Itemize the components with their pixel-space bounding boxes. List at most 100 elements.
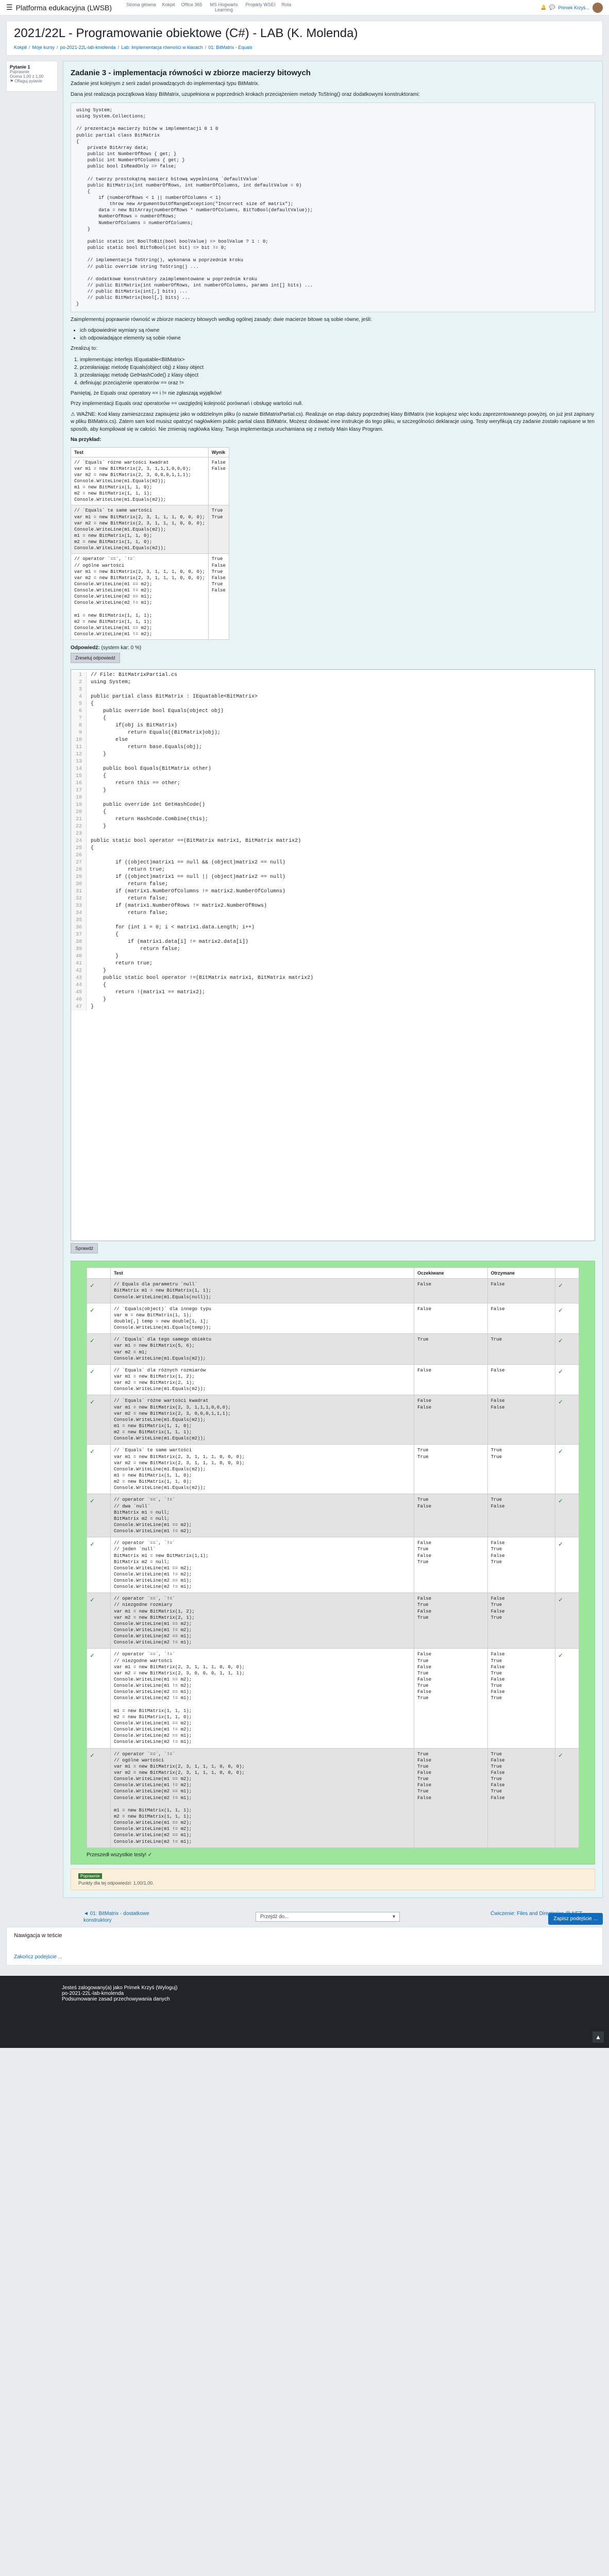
editor-line[interactable]: 29 if ((object)matrix1 == null || (objec… <box>71 874 595 882</box>
editor-line[interactable]: 32 return false; <box>71 895 595 903</box>
editor-line[interactable]: 34 return false; <box>71 910 595 918</box>
editor-line[interactable]: 44 { <box>71 982 595 990</box>
menu-item[interactable]: Office 365 <box>181 2 202 13</box>
editor-line[interactable]: 1 // File: BitMatrixPartial.cs <box>71 672 595 680</box>
finish-attempt-link[interactable]: Zakończ podejście ... <box>14 1954 595 1960</box>
bell-icon[interactable]: 🔔 <box>540 5 546 10</box>
editor-line[interactable]: 15 { <box>71 773 595 781</box>
editor-line[interactable]: 23 <box>71 831 595 838</box>
editor-line[interactable]: 14 public bool Equals(BitMatrix other) <box>71 766 595 773</box>
menu-item[interactable]: Rola <box>282 2 292 13</box>
editor-line[interactable]: 11 return base.Equals(obj); <box>71 744 595 752</box>
hamburger-icon[interactable]: ☰ <box>6 3 13 12</box>
line-number: 29 <box>71 874 87 882</box>
brand[interactable]: ☰ Platforma edukacyjna (LWSB) <box>6 3 112 12</box>
editor-line[interactable]: 40 } <box>71 953 595 961</box>
menu-item[interactable]: Strona główna <box>126 2 156 13</box>
got-cell: False True False True <box>487 1592 555 1649</box>
jump-to-select[interactable]: Przejdź do... ▾ <box>256 1912 400 1922</box>
breadcrumb-link[interactable]: 01: BitMatrix - Equals <box>208 45 252 50</box>
breadcrumb-link[interactable]: Lab: Implementacja równości w klasach <box>121 45 203 50</box>
chat-icon[interactable]: 💬 <box>549 5 555 10</box>
column-header: Otrzymane <box>487 1267 555 1279</box>
editor-line[interactable]: 19 public override int GetHashCode() <box>71 802 595 809</box>
code-text: return HashCode.Combine(this); <box>91 817 209 823</box>
editor-line[interactable]: 45 return !(matrix1 == matrix2); <box>71 989 595 997</box>
back-to-top-button[interactable]: ▲ <box>593 2031 604 2043</box>
editor-line[interactable]: 22 } <box>71 823 595 831</box>
code-text: return this == other; <box>91 781 181 787</box>
editor-line[interactable]: 21 return HashCode.Combine(this); <box>71 816 595 824</box>
breadcrumb-link[interactable]: po-2021-22L-lab-kmolenda <box>60 45 116 50</box>
editor-line[interactable]: 37 { <box>71 931 595 939</box>
editor-line[interactable]: 24 public static bool operator ==(BitMatr… <box>71 838 595 845</box>
editor-line[interactable]: 16 return this == other; <box>71 780 595 788</box>
question-number: Pytanie 1 <box>10 64 30 70</box>
data-retention-link[interactable]: Podsumowanie zasad przechowywania danych <box>62 1996 170 2002</box>
code-text: { <box>91 716 107 722</box>
editor-line[interactable]: 33 if (matrix1.NumberOfRows != matrix2.N… <box>71 903 595 910</box>
editor-line[interactable]: 3 <box>71 686 595 694</box>
editor-line[interactable]: 31 if (matrix1.NumberOfColumns != matrix… <box>71 888 595 896</box>
line-number: 21 <box>71 816 87 824</box>
editor-line[interactable]: 18 <box>71 794 595 802</box>
line-number: 37 <box>71 931 87 939</box>
user-link[interactable]: Primek Krzyś <box>124 1985 155 1991</box>
prev-activity-link[interactable]: ◄ 01: BitMatrix - dostatkowe konstruktor… <box>83 1910 176 1924</box>
code-text: } <box>91 954 119 960</box>
editor-line[interactable]: 43 public static bool operator !=(BitMat… <box>71 975 595 982</box>
flag-question[interactable]: ⚑ Oflaguj pytanie <box>10 79 43 83</box>
top-navbar: ☰ Platforma edukacyjna (LWSB) Strona głów… <box>0 0 609 15</box>
editor-line[interactable]: 8 if(obj is BitMatrix) <box>71 722 595 730</box>
editor-line[interactable]: 26 <box>71 852 595 860</box>
expected-cell: False True False True <box>414 1592 488 1649</box>
editor-line[interactable]: 28 return true; <box>71 867 595 874</box>
code-editor[interactable]: 1 // File: BitMatrixPartial.cs 2 using Syst… <box>71 669 595 1242</box>
avatar[interactable] <box>593 2 603 13</box>
line-number: 9 <box>71 730 87 737</box>
editor-line[interactable]: 41 return true; <box>71 960 595 968</box>
editor-line[interactable]: 7 { <box>71 715 595 723</box>
editor-line[interactable]: 30 return false; <box>71 881 595 889</box>
editor-line[interactable]: 10 else <box>71 737 595 744</box>
column-header <box>554 1267 580 1279</box>
main-menu: Strona główna Kokpit Office 365 MS Hogwa… <box>126 2 533 13</box>
editor-line[interactable]: 2 using System; <box>71 679 595 687</box>
editor-line[interactable]: 17 } <box>71 787 595 795</box>
reset-answer-button[interactable]: Zresetuj odpowiedź <box>71 653 121 664</box>
user-menu[interactable]: 🔔 💬 Primek Krzyś... <box>540 2 603 13</box>
editor-line[interactable]: 9 return Equals((BitMatrix)obj); <box>71 730 595 737</box>
expected-cell: False <box>414 1302 488 1334</box>
line-number: 17 <box>71 787 87 795</box>
editor-line[interactable]: 25 { <box>71 845 595 853</box>
test-cell: // operator `==`, `!=` // jeden `null` B… <box>110 1537 415 1594</box>
editor-line[interactable]: 39 return false; <box>71 946 595 954</box>
menu-item[interactable]: MS Hogwarts Learning <box>208 2 239 13</box>
course-link[interactable]: po-2021-22L-lab-kmolenda <box>62 1991 124 1996</box>
editor-line[interactable]: 27 if ((object)matrix1 == null && (objec… <box>71 859 595 867</box>
editor-line[interactable]: 6 public override bool Equals(object obj… <box>71 708 595 716</box>
code-text: { <box>91 773 107 779</box>
editor-line[interactable]: 13 <box>71 758 595 766</box>
submit-attempt-button[interactable]: Zapisz podejście ... <box>548 1912 603 1925</box>
editor-line[interactable]: 38 if (matrix1.data[i] != matrix2.data[i… <box>71 939 595 946</box>
breadcrumb-link[interactable]: Moje kursy <box>32 45 55 50</box>
list-item: przesłaniając metodę GetHashCode() z kla… <box>80 371 595 379</box>
editor-line[interactable]: 12 } <box>71 751 595 759</box>
check-button[interactable]: Sprawdź <box>71 1243 98 1254</box>
breadcrumb-link[interactable]: Kokpit <box>14 45 27 50</box>
editor-line[interactable]: 4 public partial class BitMatrix : IEquat… <box>71 693 595 701</box>
editor-line[interactable]: 5{ <box>71 701 595 708</box>
editor-line[interactable]: 20 { <box>71 809 595 817</box>
examples-table: Test Wynik // `Equals` różne wartości kwa… <box>71 447 229 640</box>
line-number: 33 <box>71 903 87 910</box>
editor-line[interactable]: 47} <box>71 1004 595 1011</box>
menu-item[interactable]: Kokpit <box>162 2 175 13</box>
editor-content[interactable]: 1 // File: BitMatrixPartial.cs 2 using Syst… <box>71 670 595 1013</box>
menu-item[interactable]: Projekty WSEI <box>245 2 275 13</box>
logout-link[interactable]: (Wyloguj) <box>156 1985 177 1991</box>
editor-line[interactable]: 35 <box>71 917 595 925</box>
editor-line[interactable]: 42 } <box>71 968 595 975</box>
editor-line[interactable]: 46 } <box>71 996 595 1004</box>
editor-line[interactable]: 36 for (int i = 0; i < matrix1.data.Leng… <box>71 924 595 932</box>
